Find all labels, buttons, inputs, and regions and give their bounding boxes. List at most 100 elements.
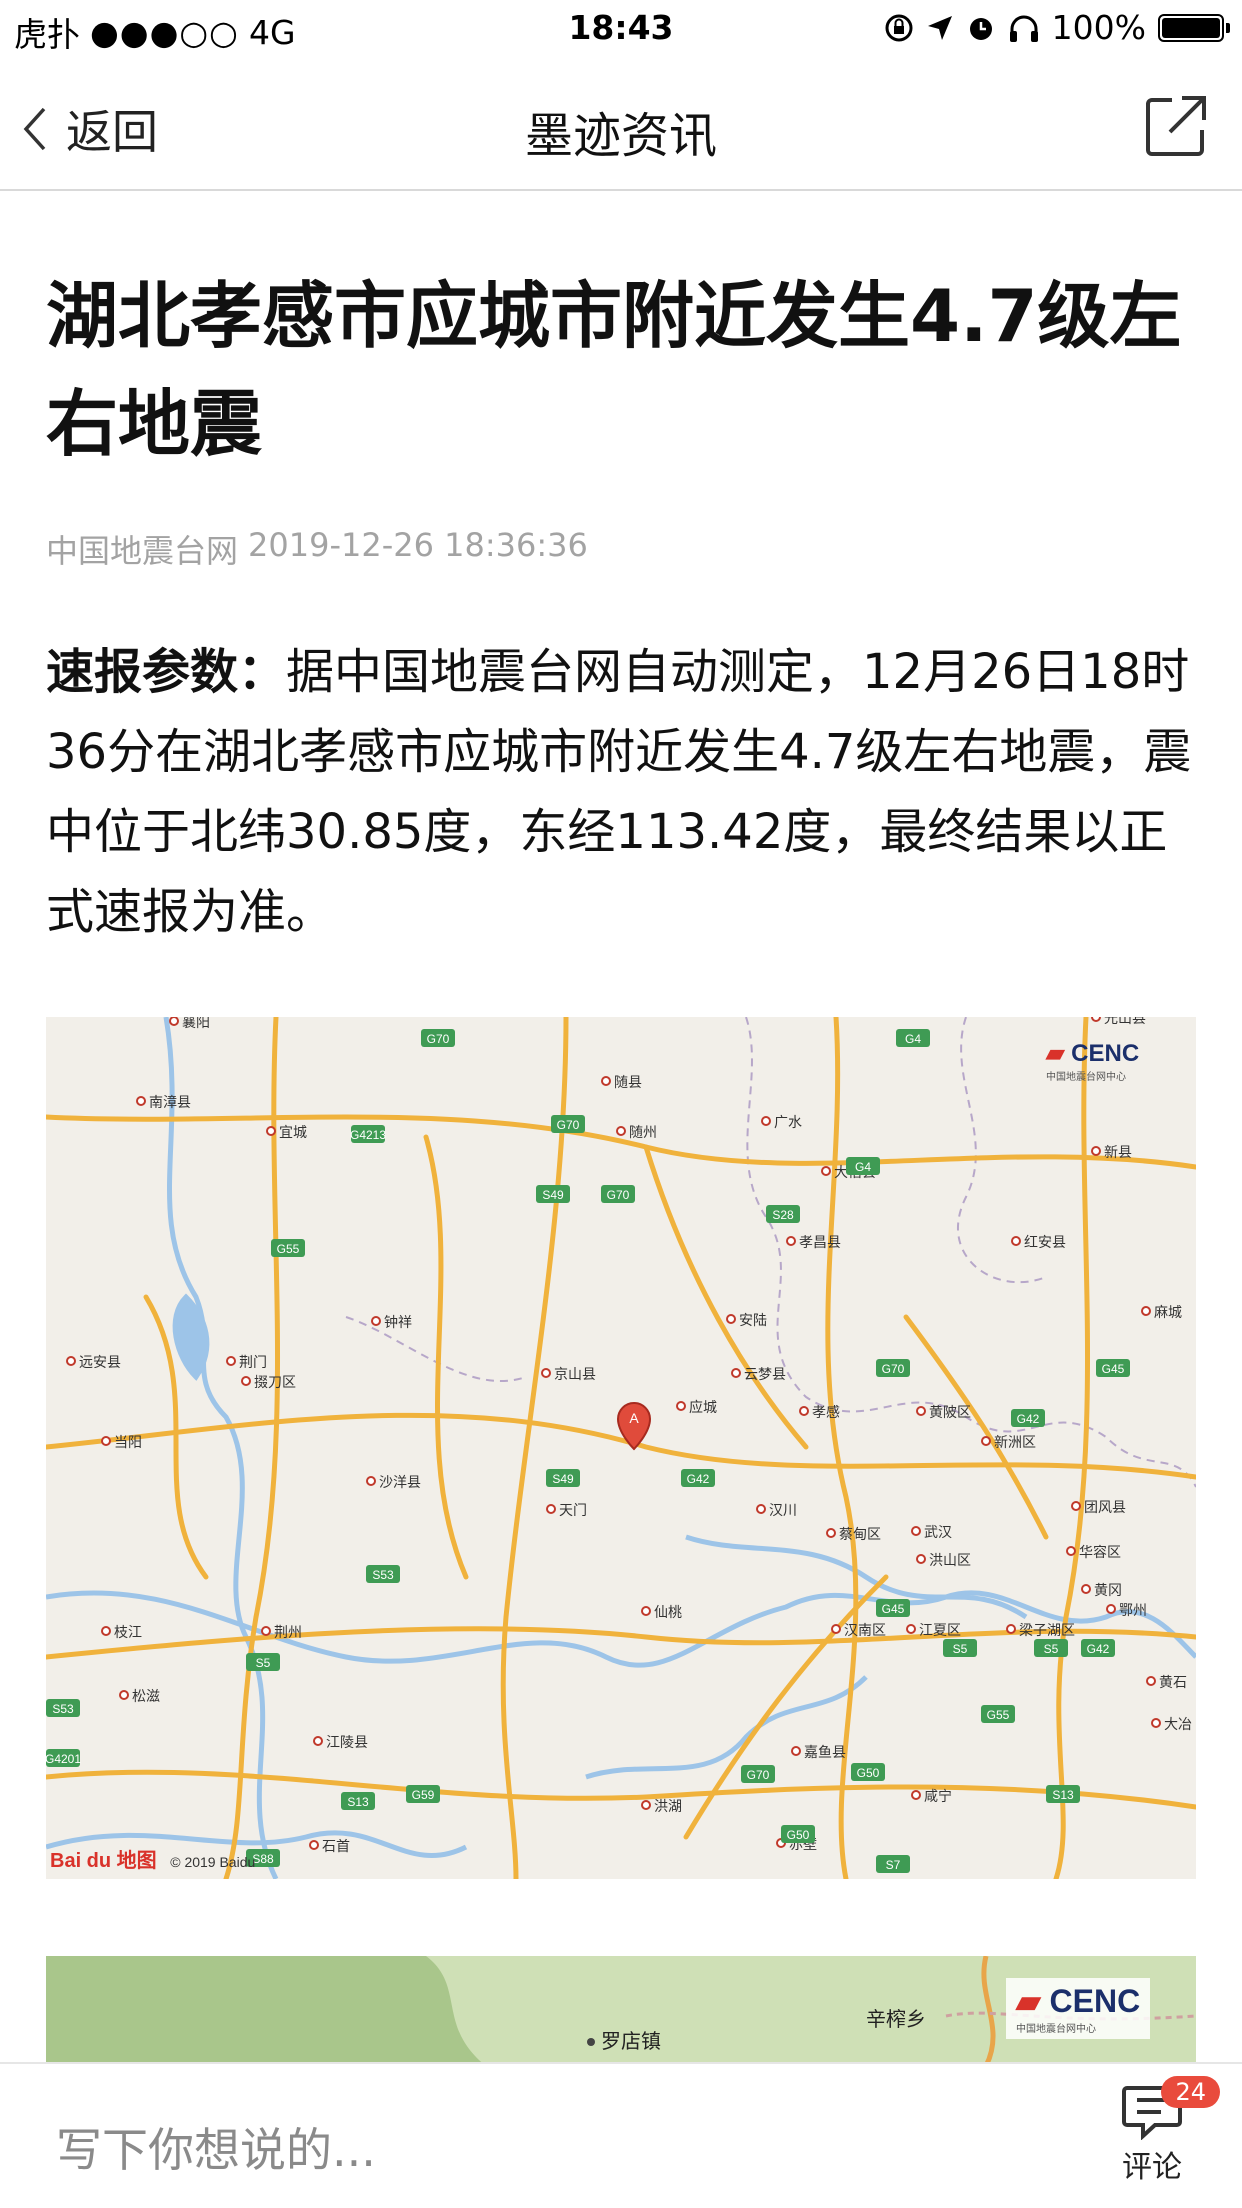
city-dot	[799, 1406, 809, 1416]
terrain-map[interactable]: 罗店镇 辛榨乡 ▰ CENC 中国地震台网中心	[46, 1956, 1196, 2066]
comments-label: 评论	[1122, 2150, 1182, 2185]
road-label: G4201	[46, 1752, 81, 1766]
city-dot	[786, 1236, 796, 1246]
city-label: 枝江	[114, 1625, 142, 1641]
city-dot	[791, 1746, 801, 1756]
city-dot	[366, 1476, 376, 1486]
city-dot	[309, 1840, 319, 1850]
city-dot	[911, 1526, 921, 1536]
svg-text:A: A	[629, 1410, 639, 1426]
city-dot	[313, 1736, 323, 1746]
road-label: S49	[542, 1188, 564, 1202]
city-dot	[821, 1166, 831, 1176]
city-label: 掇刀区	[254, 1375, 296, 1391]
city-dot	[266, 1126, 276, 1136]
road-label: G55	[987, 1708, 1010, 1722]
city-label: 麻城	[1154, 1305, 1182, 1321]
road-label: S53	[372, 1568, 394, 1582]
city-label: 黄陂区	[929, 1404, 971, 1421]
city-dot	[916, 1554, 926, 1564]
road-label: G70	[427, 1032, 450, 1046]
city-dot	[641, 1606, 651, 1616]
city-dot	[1091, 1146, 1101, 1156]
city-dot	[101, 1626, 111, 1636]
article-title: 湖北孝感市应城市附近发生4.7级左右地震	[46, 274, 1182, 466]
share-icon[interactable]	[1144, 94, 1208, 158]
epicenter-map[interactable]: 襄阳随州随县广水大悟县孝昌县红安县新县麻城钟祥京山县应城云梦县孝感黄陂区新洲区荆…	[46, 1017, 1196, 1879]
city-label: 汉川	[769, 1503, 797, 1519]
city-dot	[119, 1690, 129, 1700]
city-dot	[226, 1356, 236, 1366]
road-label: S53	[52, 1702, 74, 1716]
road-label: S7	[886, 1858, 901, 1872]
city-label: 洪湖	[654, 1799, 682, 1815]
city-label: 孝感	[812, 1404, 840, 1421]
city-label: 黄冈	[1094, 1582, 1122, 1599]
city-label: 新洲区	[994, 1435, 1036, 1451]
city-label: 咸宁	[924, 1788, 952, 1805]
city-dot	[676, 1401, 686, 1411]
comment-input[interactable]: 写下你想说的...	[56, 2114, 376, 2180]
city-dot	[731, 1368, 741, 1378]
road-label: G59	[412, 1788, 435, 1802]
city-dot	[241, 1376, 251, 1386]
lead-label: 速报参数：	[46, 644, 287, 700]
city-dot	[641, 1800, 651, 1810]
city-dot	[756, 1504, 766, 1514]
city-label: 团风县	[1084, 1500, 1126, 1516]
alarm-icon	[969, 17, 992, 40]
road-label: S5	[953, 1642, 968, 1656]
comment-bar: 写下你想说的... 评论 24	[0, 2062, 1242, 2208]
city-dot	[1006, 1624, 1016, 1634]
road-label: G45	[882, 1602, 905, 1616]
status-bar: 虎扑 ●●●○○ 4G 18:43 100%	[0, 0, 1242, 60]
headphones-icon	[1009, 15, 1038, 42]
city-dot	[101, 1436, 111, 1446]
orientation-lock-icon	[885, 14, 913, 41]
road-label: G70	[882, 1362, 905, 1376]
city-label: 京山县	[554, 1367, 596, 1383]
city-dot	[1106, 1604, 1116, 1614]
city-dot	[906, 1624, 916, 1634]
city-dot	[831, 1624, 841, 1634]
city-label: 襄阳	[182, 1017, 210, 1031]
city-dot	[1091, 1017, 1101, 1022]
map-labels: 襄阳随州随县广水大悟县孝昌县红安县新县麻城钟祥京山县应城云梦县孝感黄陂区新洲区荆…	[46, 1017, 1192, 1873]
battery-icon	[1158, 13, 1230, 42]
city-label: 宜城	[279, 1125, 307, 1141]
place-label: 辛榨乡	[866, 2007, 926, 2031]
city-dot	[66, 1356, 76, 1366]
city-label: 嘉鱼县	[804, 1744, 846, 1761]
city-label: 孝昌县	[799, 1235, 841, 1251]
road-label: S49	[552, 1472, 574, 1486]
city-dot	[1066, 1546, 1076, 1556]
city-label: 蔡甸区	[839, 1527, 881, 1543]
city-dot	[916, 1406, 926, 1416]
city-label: 当阳	[114, 1435, 142, 1451]
city-label: 武汉	[924, 1525, 952, 1541]
city-dot	[541, 1368, 551, 1378]
city-label: 江夏区	[919, 1623, 961, 1639]
city-label: 汉南区	[844, 1623, 886, 1639]
city-dot	[616, 1126, 626, 1136]
road-label: G70	[557, 1118, 580, 1132]
road-label: S88	[252, 1852, 274, 1866]
road-label: G70	[747, 1768, 770, 1782]
road-label: G70	[607, 1188, 630, 1202]
article-source: 中国地震台网	[46, 532, 239, 570]
city-label: 云梦县	[744, 1367, 786, 1383]
page-title: 墨迹资讯	[524, 108, 717, 164]
city-dot	[1146, 1676, 1156, 1686]
comments-button[interactable]: 评论 24	[1112, 2076, 1220, 2186]
road-label: G55	[277, 1242, 300, 1256]
city-dot	[169, 1017, 179, 1026]
city-dot	[546, 1504, 556, 1514]
cenc-logo-2: ▰ CENC 中国地震台网中心	[1006, 1978, 1151, 2039]
road-label: G42	[687, 1472, 710, 1486]
location-icon	[927, 15, 952, 40]
city-label: 远安县	[79, 1355, 121, 1371]
article-datetime: 2019-12-26 18:36:36	[248, 526, 588, 564]
city-dot	[1151, 1718, 1161, 1728]
city-label: 大冶	[1164, 1717, 1192, 1733]
city-dot	[1071, 1501, 1081, 1511]
